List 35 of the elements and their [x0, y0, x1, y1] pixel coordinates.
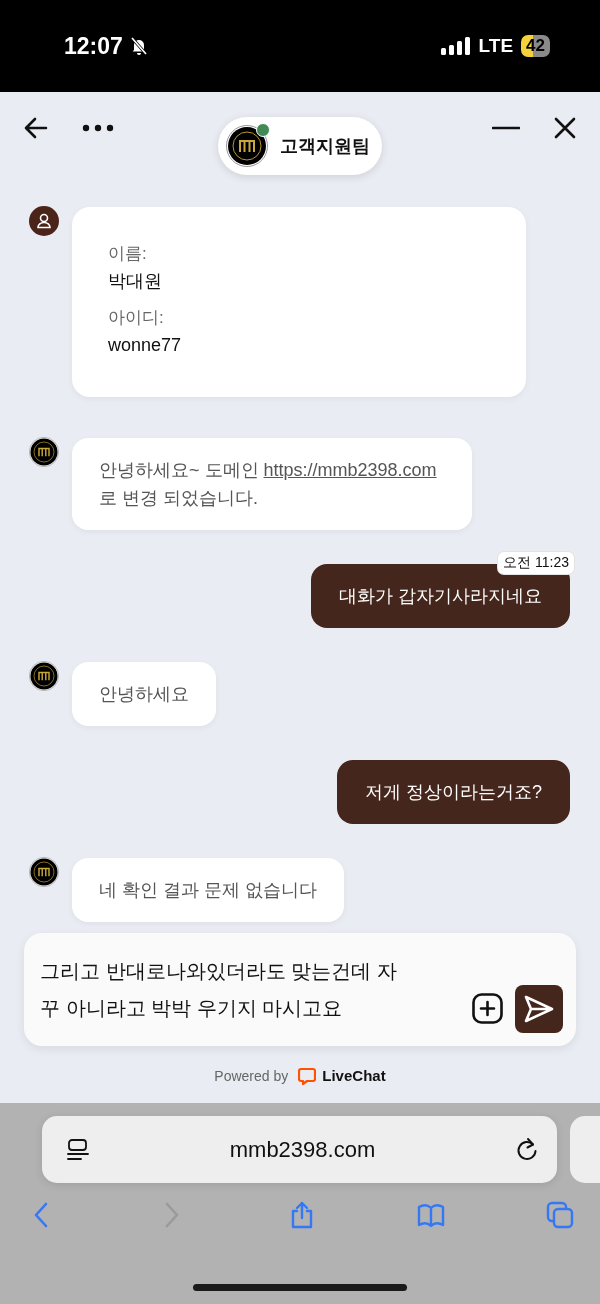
- reload-icon[interactable]: [515, 1136, 539, 1163]
- message-text: 안녕하세요: [99, 683, 189, 706]
- user-avatar-icon: [29, 206, 59, 236]
- more-icon[interactable]: [82, 124, 114, 132]
- message-text: 저게 정상이라는거죠?: [365, 781, 542, 804]
- send-button[interactable]: [515, 984, 563, 1033]
- url-text: mmb2398.com: [229, 1136, 376, 1163]
- close-icon[interactable]: [554, 117, 576, 139]
- add-icon[interactable]: [472, 993, 503, 1024]
- page-menu-icon[interactable]: [66, 1137, 90, 1162]
- minimize-icon[interactable]: [492, 126, 520, 130]
- back-arrow-icon[interactable]: [24, 117, 48, 139]
- field-label: 이름:: [108, 243, 148, 265]
- message-text: 안녕하세요~ 도메인 https://mmb2398.com 로 변경 되었습니다.: [99, 459, 438, 510]
- field-label: 아이디:: [108, 307, 165, 329]
- team-name: 고객지원팀: [280, 135, 370, 158]
- field-value: 박대원: [108, 270, 163, 293]
- link[interactable]: https://mmb2398.com: [263, 460, 437, 480]
- logo-icon: [29, 857, 59, 887]
- send-icon: [524, 994, 554, 1023]
- chat-bubble-icon: [298, 1066, 317, 1085]
- message-text: 네 확인 결과 문제 없습니다: [99, 879, 317, 902]
- signal-icon: [440, 37, 471, 55]
- logo-icon: [29, 437, 59, 467]
- timestamp: 오전 11:23: [498, 552, 574, 574]
- logo-icon: [226, 125, 268, 167]
- powered-by-text: Powered by: [214, 1067, 289, 1084]
- logo-icon: [29, 661, 59, 691]
- field-value: wonne77: [108, 334, 183, 357]
- address-bar[interactable]: mmb2398.com: [42, 1116, 557, 1183]
- message-input[interactable]: 그리고 반대로나와있더라도 맞는건데 자꾸 아니라고 박박 우기지 마시고요: [40, 952, 400, 1027]
- message-text: 대화가 갑자기사라지네요: [339, 585, 542, 608]
- network-label: LTE: [478, 35, 514, 57]
- brand-name: LiveChat: [322, 1067, 386, 1084]
- clock-time: 12:07: [64, 32, 123, 60]
